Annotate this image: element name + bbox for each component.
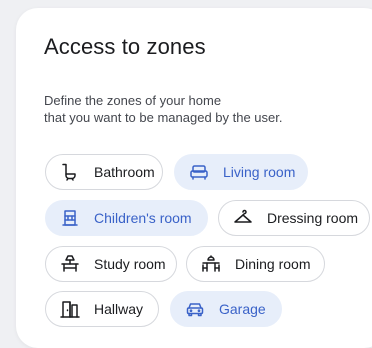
zone-label: Garage bbox=[219, 301, 266, 317]
zone-chip-hallway[interactable]: Hallway bbox=[45, 291, 159, 327]
access-zones-card: Access to zones Define the zones of your… bbox=[16, 8, 372, 348]
sofa-icon bbox=[189, 162, 209, 182]
dining-table-icon bbox=[201, 254, 221, 274]
zone-label: Living room bbox=[223, 164, 296, 180]
zone-chip-bathroom[interactable]: Bathroom bbox=[45, 154, 163, 190]
bathtub-icon bbox=[60, 162, 80, 182]
crib-icon bbox=[60, 208, 80, 228]
card-description: Define the zones of your home that you w… bbox=[44, 92, 344, 126]
zone-chip-childrens-room[interactable]: Children's room bbox=[45, 200, 208, 236]
zone-chip-dining-room[interactable]: Dining room bbox=[186, 246, 325, 282]
zone-chip-study-room[interactable]: Study room bbox=[45, 246, 177, 282]
zone-label: Dining room bbox=[235, 256, 311, 272]
zone-label: Bathroom bbox=[94, 164, 155, 180]
zone-label: Dressing room bbox=[267, 210, 359, 226]
car-icon bbox=[185, 299, 205, 319]
desk-lamp-icon bbox=[60, 254, 80, 274]
card-title: Access to zones bbox=[44, 34, 206, 59]
description-line-2: that you want to be managed by the user. bbox=[44, 110, 283, 125]
zone-label: Hallway bbox=[94, 301, 144, 317]
door-icon bbox=[60, 299, 80, 319]
zone-chip-garage[interactable]: Garage bbox=[170, 291, 282, 327]
description-line-1: Define the zones of your home bbox=[44, 93, 222, 108]
hanger-icon bbox=[233, 208, 253, 228]
zone-label: Study room bbox=[94, 256, 166, 272]
zone-chip-dressing-room[interactable]: Dressing room bbox=[218, 200, 370, 236]
zone-chip-living-room[interactable]: Living room bbox=[174, 154, 308, 190]
zone-label: Children's room bbox=[94, 210, 192, 226]
